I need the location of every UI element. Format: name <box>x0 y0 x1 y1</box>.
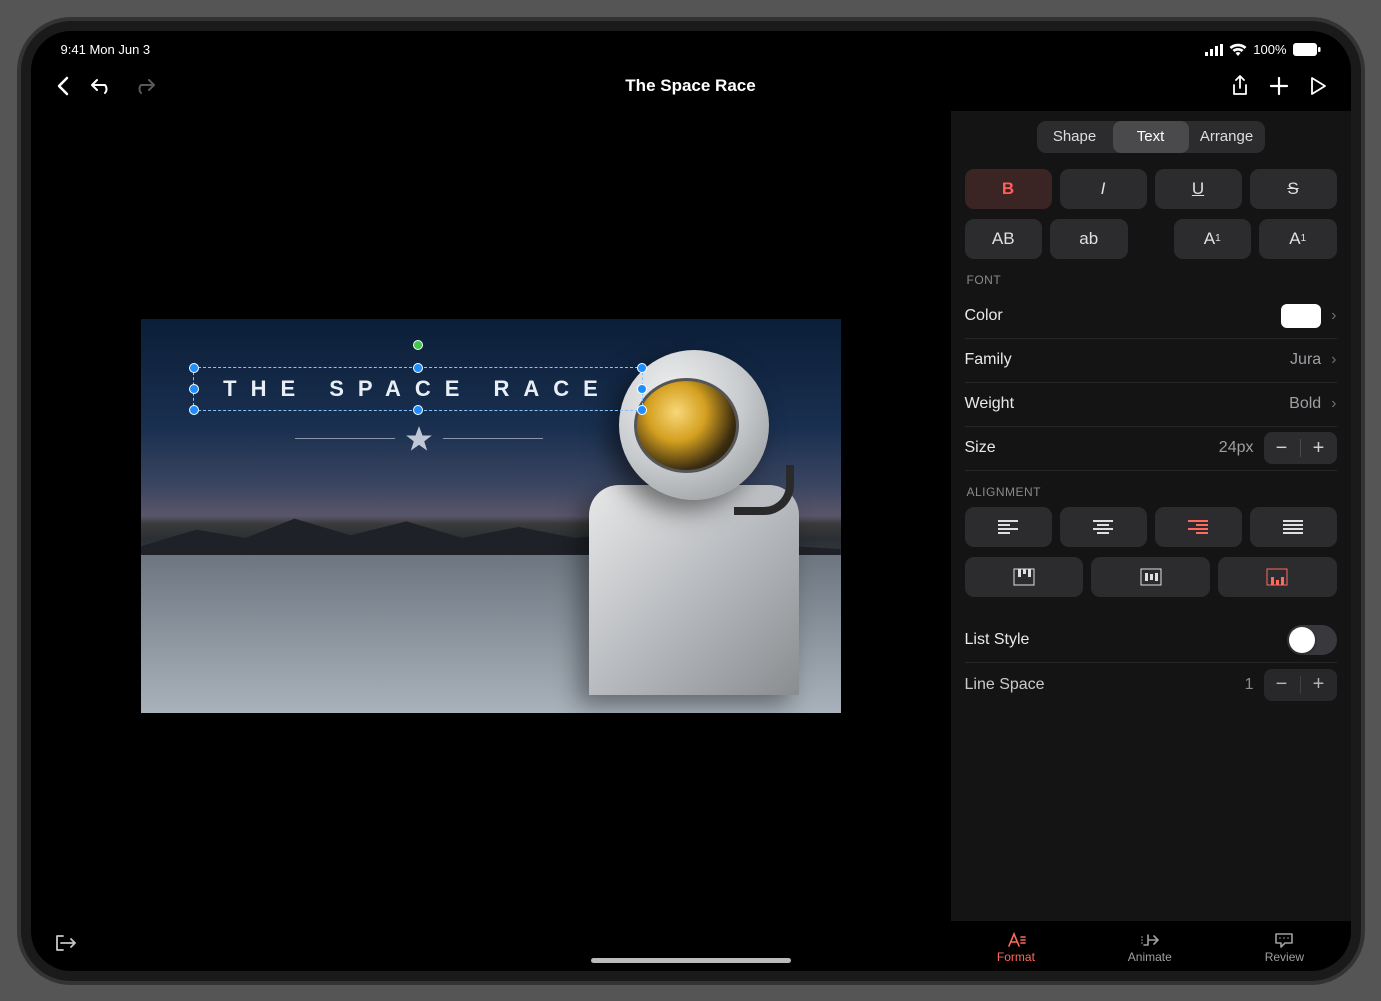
font-weight-row[interactable]: Weight Bold › <box>965 383 1337 427</box>
valign-top-button[interactable] <box>965 557 1084 597</box>
add-button[interactable] <box>1269 76 1289 96</box>
line-space-label: Line Space <box>965 676 1045 694</box>
font-section-label: Font <box>967 273 1335 287</box>
family-value: Jura <box>1290 351 1321 369</box>
home-indicator[interactable] <box>591 958 791 963</box>
play-button[interactable] <box>1309 76 1327 96</box>
font-size-row: Size 24px − + <box>965 427 1337 471</box>
weight-label: Weight <box>965 395 1015 413</box>
size-label: Size <box>965 439 996 457</box>
bottom-tab-animate[interactable]: Animate <box>1128 932 1172 964</box>
status-bar: 9:41 Mon Jun 3 100% <box>31 31 1351 61</box>
italic-button[interactable]: I <box>1060 169 1147 209</box>
size-value: 24px <box>1219 439 1254 457</box>
subscript-button[interactable]: A1 <box>1174 219 1252 259</box>
star-icon <box>405 425 433 453</box>
weight-value: Bold <box>1289 395 1321 413</box>
list-style-row: List Style <box>965 619 1337 663</box>
animate-label: Animate <box>1128 950 1172 964</box>
battery-icon <box>1293 43 1321 56</box>
share-button[interactable] <box>1231 75 1249 97</box>
line-space-row: Line Space 1 − + <box>965 663 1337 707</box>
tab-text[interactable]: Text <box>1113 121 1189 153</box>
align-justify-button[interactable] <box>1250 507 1337 547</box>
bottom-tab-format[interactable]: Format <box>997 932 1035 964</box>
align-right-button[interactable] <box>1155 507 1242 547</box>
chevron-right-icon: › <box>1331 395 1336 413</box>
resize-handle-bl[interactable] <box>189 405 199 415</box>
size-decrease-button[interactable]: − <box>1264 437 1300 460</box>
resize-handle-mr[interactable] <box>637 384 647 394</box>
rotation-handle[interactable] <box>413 340 423 350</box>
underline-button[interactable]: U <box>1155 169 1242 209</box>
lowercase-button[interactable]: ab <box>1050 219 1128 259</box>
status-date: Mon Jun 3 <box>89 42 150 57</box>
valign-middle-button[interactable] <box>1091 557 1210 597</box>
status-time: 9:41 <box>61 42 86 57</box>
resize-handle-br[interactable] <box>637 405 647 415</box>
strikethrough-button[interactable]: S <box>1250 169 1337 209</box>
back-button[interactable] <box>55 76 71 96</box>
document-title: The Space Race <box>255 76 1127 96</box>
chevron-right-icon: › <box>1331 307 1336 325</box>
review-label: Review <box>1265 950 1304 964</box>
bottombar: Format Animate Review <box>31 921 1351 971</box>
chevron-right-icon: › <box>1331 351 1336 369</box>
line-space-stepper: − + <box>1264 669 1337 701</box>
uppercase-button[interactable]: AB <box>965 219 1043 259</box>
canvas-area[interactable]: THE SPACE RACE <box>31 111 951 921</box>
bottom-tab-review[interactable]: Review <box>1265 932 1304 964</box>
review-icon <box>1274 932 1294 948</box>
animate-icon <box>1140 932 1160 948</box>
list-style-label: List Style <box>965 631 1030 649</box>
wifi-icon <box>1229 43 1247 56</box>
inspector-tabs: Shape Text Arrange <box>1037 121 1265 153</box>
font-color-row[interactable]: Color › <box>965 295 1337 339</box>
slide[interactable]: THE SPACE RACE <box>141 319 841 713</box>
family-label: Family <box>965 351 1012 369</box>
resize-handle-tc[interactable] <box>413 363 423 373</box>
format-label: Format <box>997 950 1035 964</box>
valign-bottom-button[interactable] <box>1218 557 1337 597</box>
top-toolbar: The Space Race <box>31 61 1351 111</box>
resize-handle-ml[interactable] <box>189 384 199 394</box>
format-icon <box>1006 932 1026 948</box>
size-stepper: − + <box>1264 432 1337 464</box>
divider-ornament <box>269 425 569 453</box>
title-text: THE SPACE RACE <box>223 376 612 402</box>
line-space-decrease-button[interactable]: − <box>1264 673 1300 696</box>
redo-button[interactable] <box>133 77 155 95</box>
inspector-panel: Shape Text Arrange B I U S AB ab A1 A1 F… <box>951 111 1351 921</box>
size-increase-button[interactable]: + <box>1301 437 1337 460</box>
font-family-row[interactable]: Family Jura › <box>965 339 1337 383</box>
title-textbox[interactable]: THE SPACE RACE <box>193 367 643 411</box>
tab-shape[interactable]: Shape <box>1037 121 1113 153</box>
line-space-value: 1 <box>1245 676 1254 694</box>
resize-handle-tl[interactable] <box>189 363 199 373</box>
resize-handle-tr[interactable] <box>637 363 647 373</box>
align-left-button[interactable] <box>965 507 1052 547</box>
line-space-increase-button[interactable]: + <box>1301 673 1337 696</box>
color-label: Color <box>965 307 1003 325</box>
undo-button[interactable] <box>91 77 113 95</box>
battery-percent: 100% <box>1253 42 1286 57</box>
superscript-button[interactable]: A1 <box>1259 219 1337 259</box>
bold-button[interactable]: B <box>965 169 1052 209</box>
align-center-button[interactable] <box>1060 507 1147 547</box>
tab-arrange[interactable]: Arrange <box>1189 121 1265 153</box>
cellular-signal-icon <box>1205 44 1223 56</box>
exit-button[interactable] <box>55 934 77 952</box>
color-swatch[interactable] <box>1281 304 1321 328</box>
list-style-toggle[interactable] <box>1287 625 1337 655</box>
alignment-section-label: Alignment <box>967 485 1335 499</box>
resize-handle-bc[interactable] <box>413 405 423 415</box>
